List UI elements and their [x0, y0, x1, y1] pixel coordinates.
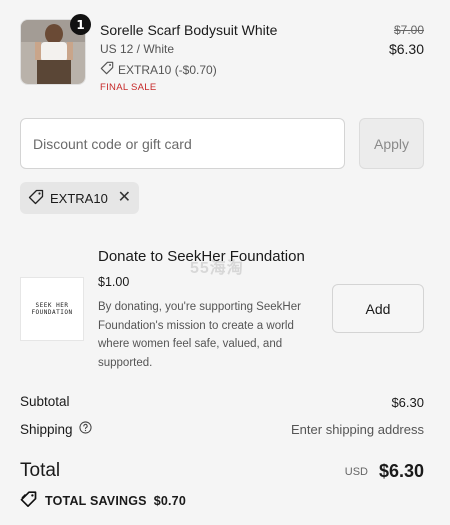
tag-icon: [100, 61, 114, 78]
shipping-label: Shipping: [20, 421, 73, 437]
savings-value: $0.70: [153, 493, 186, 508]
quantity-badge: 1: [70, 14, 91, 35]
total-value: $6.30: [378, 461, 424, 481]
applied-discount-code: EXTRA10: [50, 190, 108, 206]
shipping-row: Shipping: [20, 421, 92, 437]
apply-button[interactable]: Apply: [359, 118, 424, 169]
logo-line-1: SEEK HER: [35, 302, 69, 309]
subtotal-label: Subtotal: [20, 394, 70, 409]
help-icon[interactable]: [78, 421, 92, 437]
logo-line-2: FOUNDATION: [31, 309, 73, 316]
remove-discount-close-icon[interactable]: ✕: [118, 190, 131, 206]
applied-discount-chip: EXTRA10 ✕: [20, 182, 139, 214]
subtotal-value: $6.30: [391, 395, 424, 410]
total-label: Total: [20, 460, 61, 481]
watermark: 55海淘: [190, 260, 244, 277]
add-donation-button[interactable]: Add: [332, 284, 424, 333]
total-savings: TOTAL SAVINGS $0.70: [20, 491, 186, 510]
discount-code-input[interactable]: [20, 118, 345, 169]
savings-label: TOTAL SAVINGS: [45, 493, 147, 508]
shipping-value: Enter shipping address: [291, 422, 424, 437]
donation-description: By donating, you're supporting SeekHer F…: [98, 301, 301, 369]
tag-icon: [28, 189, 44, 208]
product-discount: EXTRA10 (-$0.70): [100, 61, 217, 78]
foundation-logo: SEEK HER FOUNDATION: [20, 277, 84, 341]
price-current: $6.30: [388, 41, 424, 57]
donation-amount: $1.00: [98, 275, 130, 289]
final-sale-label: FINAL SALE: [100, 82, 157, 93]
product-discount-text: EXTRA10 (-$0.70): [118, 62, 217, 77]
product-name: Sorelle Scarf Bodysuit White: [100, 22, 278, 38]
price-original: $7.00: [393, 23, 424, 37]
total-currency: USD: [344, 466, 368, 478]
tag-icon: [20, 491, 38, 510]
product-variant: US 12 / White: [100, 42, 175, 56]
